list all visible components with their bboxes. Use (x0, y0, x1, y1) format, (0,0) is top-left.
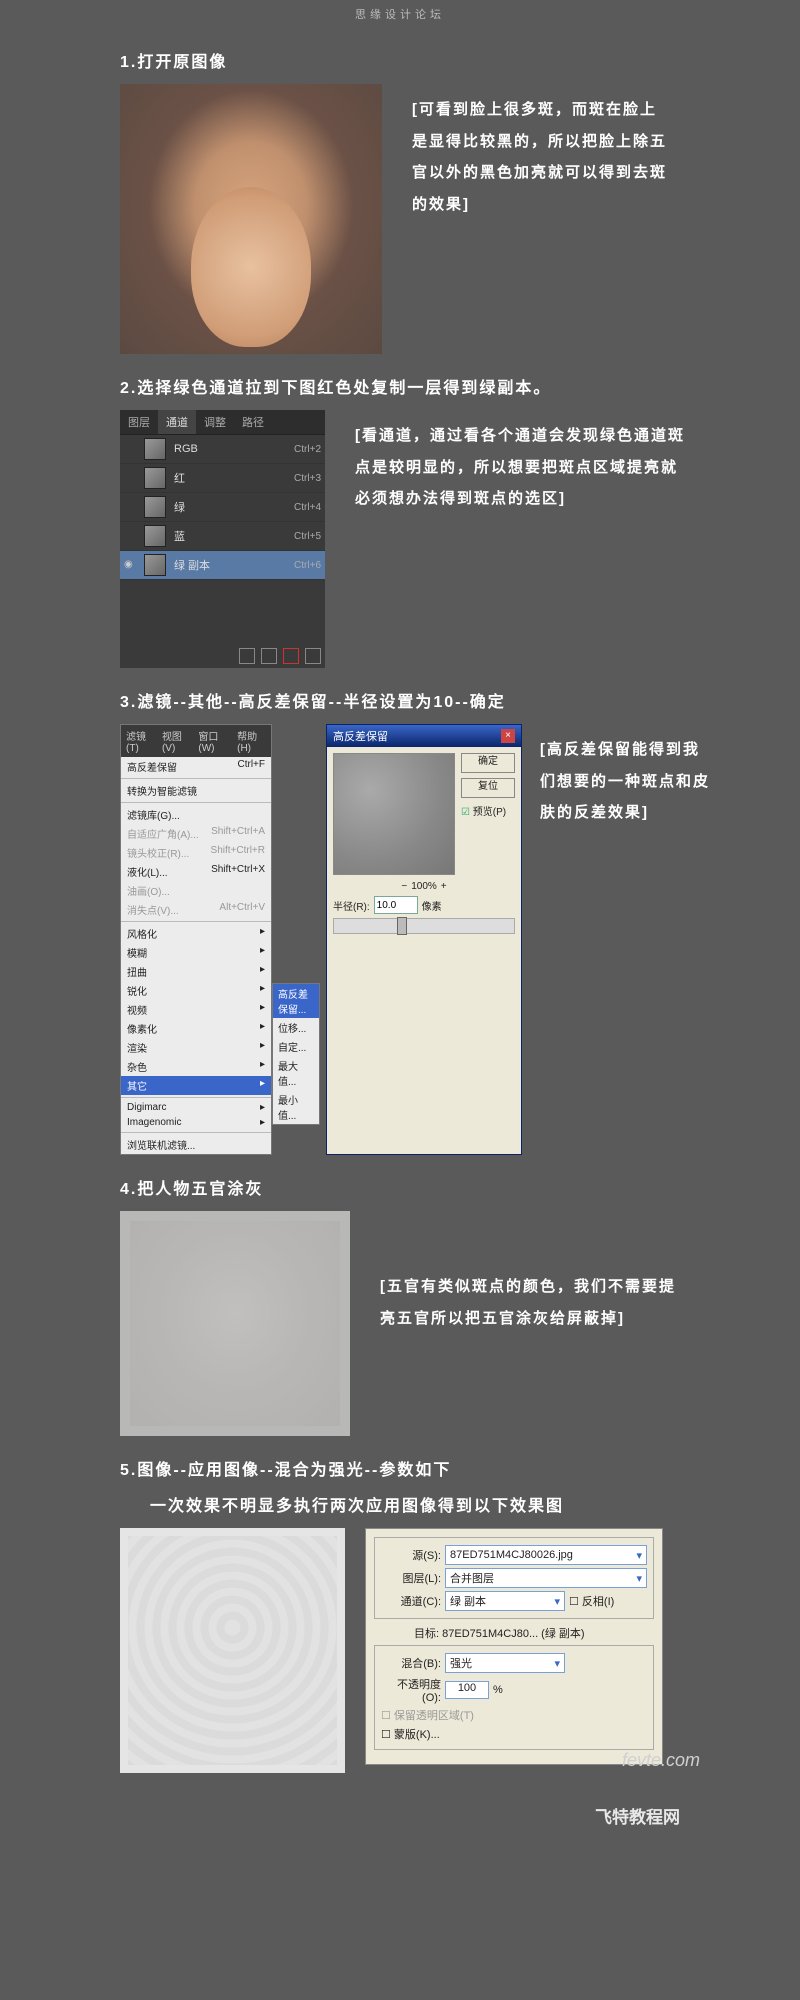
reset-button[interactable]: 复位 (461, 778, 515, 798)
site-header: 思缘设计论坛 (90, 0, 710, 28)
target-value: 87ED751M4CJ80... (绿 副本) (442, 1628, 584, 1640)
mi-digimarc[interactable]: Digimarc▸ (121, 1100, 271, 1115)
channel-green[interactable]: 绿Ctrl+4 (120, 493, 325, 522)
mi-video[interactable]: 视频▸ (121, 1000, 271, 1019)
delete-channel-icon[interactable] (305, 648, 321, 664)
step2-caption: [看通道，通过看各个通道会发现绿色通道斑点是较明显的，所以想要把斑点区域提亮就必… (355, 420, 685, 515)
channel-green-copy[interactable]: 绿 副本Ctrl+6 (120, 551, 325, 580)
step2-title: 2.选择绿色通道拉到下图红色处复制一层得到绿副本。 (120, 374, 710, 398)
radius-unit: 像素 (422, 898, 442, 913)
panel-tabs: 图层 通道 调整 路径 (120, 410, 325, 435)
radius-label: 半径(R): (333, 898, 370, 913)
step5-subtitle: 一次效果不明显多执行两次应用图像得到以下效果图 (150, 1492, 710, 1516)
mi-stylize[interactable]: 风格化▸ (121, 924, 271, 943)
zoom-level: 100% (411, 881, 437, 892)
menu-filter[interactable]: 滤镜(T) (126, 728, 154, 754)
channel-rgb[interactable]: RGBCtrl+2 (120, 435, 325, 464)
step3-caption: [高反差保留能得到我们想要的一种斑点和皮肤的反差效果] (540, 734, 710, 1155)
radius-slider[interactable] (333, 918, 515, 934)
new-channel-icon[interactable] (283, 648, 299, 664)
tab-paths[interactable]: 路径 (234, 410, 272, 434)
panel-footer (120, 580, 325, 668)
zoom-out-icon[interactable]: − (401, 881, 407, 892)
load-selection-icon[interactable] (239, 648, 255, 664)
mi-pixelate[interactable]: 像素化▸ (121, 1019, 271, 1038)
watermark: fevte.com (622, 1750, 700, 1771)
dialog-preview (333, 753, 455, 875)
tab-channels[interactable]: 通道 (158, 410, 196, 434)
mi-last-filter[interactable]: 高反差保留Ctrl+F (121, 757, 271, 776)
opacity-label: 不透明度(O): (381, 1676, 441, 1704)
close-icon[interactable]: × (501, 729, 515, 743)
filter-menu: 滤镜(T) 视图(V) 窗口(W) 帮助(H) 高反差保留Ctrl+F 转换为智… (120, 724, 272, 1155)
menu-view[interactable]: 视图(V) (162, 728, 190, 754)
original-photo (120, 84, 382, 354)
blend-label: 混合(B): (381, 1655, 441, 1671)
blend-select[interactable]: 强光 (445, 1653, 565, 1673)
mi-imagenomic[interactable]: Imagenomic▸ (121, 1115, 271, 1130)
step1-title: 1.打开原图像 (120, 48, 710, 72)
opacity-input[interactable]: 100 (445, 1681, 489, 1699)
target-label: 目标: (414, 1628, 439, 1640)
step5-title: 5.图像--应用图像--混合为强光--参数如下 (120, 1456, 710, 1480)
src-select[interactable]: 87ED751M4CJ80026.jpg (445, 1545, 647, 1565)
mi-render[interactable]: 渲染▸ (121, 1038, 271, 1057)
opacity-unit: % (493, 1684, 503, 1696)
menu-window[interactable]: 窗口(W) (198, 728, 229, 754)
mask-checkbox[interactable]: 蒙版(K)... (381, 1726, 440, 1742)
mi-distort[interactable]: 扭曲▸ (121, 962, 271, 981)
sm-highpass[interactable]: 高反差保留... (273, 984, 319, 1018)
step3-title: 3.滤镜--其他--高反差保留--半径设置为10--确定 (120, 688, 710, 712)
mi-vanish[interactable]: 消失点(V)...Alt+Ctrl+V (121, 900, 271, 919)
tab-adjust[interactable]: 调整 (196, 410, 234, 434)
preserve-checkbox[interactable]: 保留透明区域(T) (381, 1707, 474, 1723)
sm-offset[interactable]: 位移... (273, 1018, 319, 1037)
highpass-result (120, 1211, 350, 1436)
mi-lens[interactable]: 镜头校正(R)...Shift+Ctrl+R (121, 843, 271, 862)
invert-checkbox[interactable]: 反相(I) (569, 1593, 614, 1609)
sm-min[interactable]: 最小值... (273, 1090, 319, 1124)
mi-other[interactable]: 其它▸ (121, 1076, 271, 1095)
channels-panel: 图层 通道 调整 路径 RGBCtrl+2 红Ctrl+3 绿Ctrl+4 蓝C… (120, 410, 325, 668)
zoom-in-icon[interactable]: + (441, 881, 447, 892)
preview-checkbox[interactable]: 预览(P) (461, 803, 515, 818)
mi-sharpen[interactable]: 锐化▸ (121, 981, 271, 1000)
channel-label: 通道(C): (381, 1593, 441, 1609)
save-selection-icon[interactable] (261, 648, 277, 664)
mi-blur[interactable]: 模糊▸ (121, 943, 271, 962)
other-submenu: 高反差保留... 位移... 自定... 最大值... 最小值... (272, 983, 320, 1125)
radius-input[interactable] (374, 896, 418, 914)
mi-oil[interactable]: 油画(O)... (121, 881, 271, 900)
mi-noise[interactable]: 杂色▸ (121, 1057, 271, 1076)
highpass-dialog: 高反差保留 × 确定 复位 预览(P) −100% + 半径(R): 像素 (326, 724, 522, 1155)
mi-smart[interactable]: 转换为智能滤镜 (121, 781, 271, 800)
layer-label: 图层(L): (381, 1570, 441, 1586)
ok-button[interactable]: 确定 (461, 753, 515, 773)
mi-gallery[interactable]: 滤镜库(G)... (121, 805, 271, 824)
step1-caption: [可看到脸上很多斑，而斑在脸上是显得比较黑的，所以把脸上除五官以外的黑色加亮就可… (412, 94, 672, 220)
mi-adaptive[interactable]: 自适应广角(A)...Shift+Ctrl+A (121, 824, 271, 843)
tab-layers[interactable]: 图层 (120, 410, 158, 434)
channel-red[interactable]: 红Ctrl+3 (120, 464, 325, 493)
menubar: 滤镜(T) 视图(V) 窗口(W) 帮助(H) (121, 725, 271, 757)
hardlight-result (120, 1528, 345, 1773)
mi-browse[interactable]: 浏览联机滤镜... (121, 1135, 271, 1154)
footer-credit: 飞特教程网 (90, 1803, 710, 1828)
dialog-title: 高反差保留 (333, 728, 388, 744)
layer-select[interactable]: 合并图层 (445, 1568, 647, 1588)
sm-max[interactable]: 最大值... (273, 1056, 319, 1090)
mi-liquify[interactable]: 液化(L)...Shift+Ctrl+X (121, 862, 271, 881)
src-label: 源(S): (381, 1547, 441, 1563)
step4-caption: [五官有类似斑点的颜色，我们不需要提亮五官所以把五官涂灰给屏蔽掉] (380, 1271, 680, 1334)
menu-help[interactable]: 帮助(H) (237, 728, 266, 754)
apply-image-dialog: 源(S):87ED751M4CJ80026.jpg 图层(L):合并图层 通道(… (365, 1528, 663, 1765)
step4-title: 4.把人物五官涂灰 (120, 1175, 710, 1199)
sm-custom[interactable]: 自定... (273, 1037, 319, 1056)
channel-blue[interactable]: 蓝Ctrl+5 (120, 522, 325, 551)
channel-select[interactable]: 绿 副本 (445, 1591, 565, 1611)
